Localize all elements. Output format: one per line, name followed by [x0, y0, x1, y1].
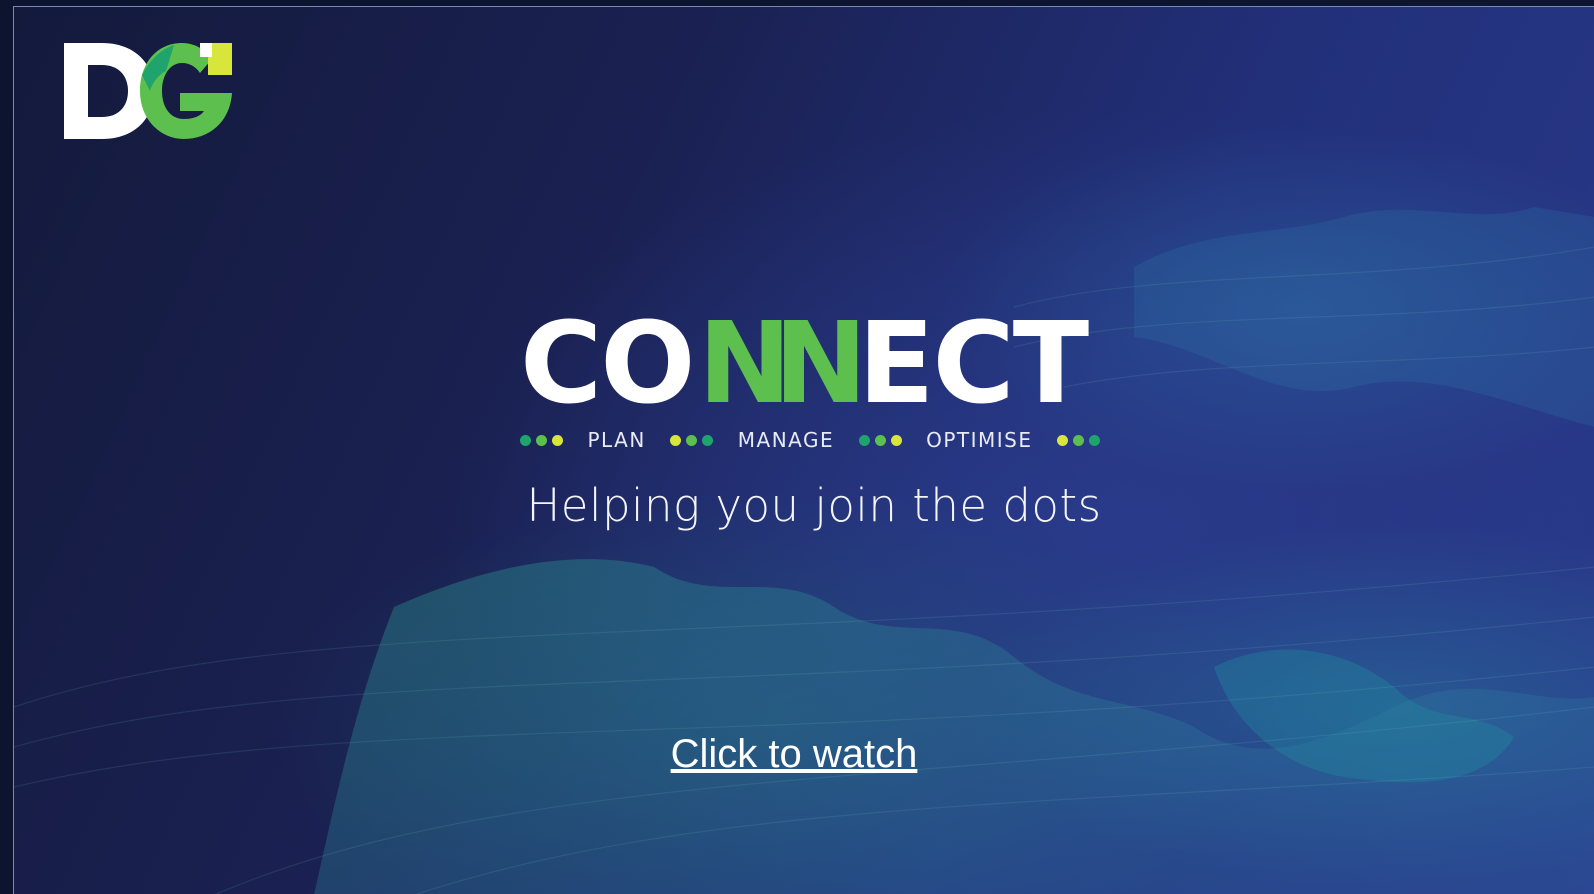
dot-group-icon — [520, 434, 563, 446]
dot-group-icon — [670, 434, 714, 446]
connect-logo-ect: ECT — [858, 302, 1089, 417]
tagline-manage: MANAGE — [737, 428, 835, 452]
hero-subtitle: Helping you join the dots — [526, 479, 1102, 532]
tagline: PLAN MANAGE OPTIMISE — [520, 425, 1100, 455]
tagline-plan: PLAN — [587, 428, 646, 452]
video-thumbnail[interactable]: CO NN ECT PLAN MANAGE OPTIMISE Helping y… — [13, 6, 1594, 894]
dg-logo-icon — [64, 43, 232, 139]
connect-logo-nn: NN — [698, 302, 858, 417]
dot-group-icon — [1057, 434, 1100, 446]
dot-group-icon — [858, 434, 902, 446]
connect-logo-co: CO — [520, 302, 693, 417]
tagline-optimise: OPTIMISE — [926, 428, 1033, 452]
click-to-watch-link[interactable]: Click to watch — [614, 732, 974, 777]
connect-logo: CO NN ECT — [520, 302, 1091, 417]
